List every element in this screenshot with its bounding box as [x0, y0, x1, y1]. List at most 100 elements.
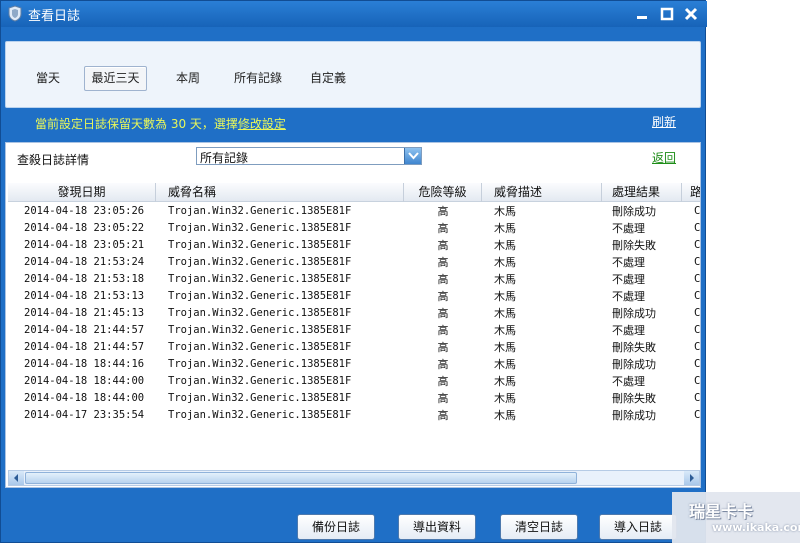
modify-settings-link[interactable]: 修改設定 [238, 117, 286, 131]
cell-result: 不處理 [612, 375, 645, 388]
cell-level: 高 [437, 222, 449, 235]
cell-result: 不處理 [612, 222, 645, 235]
title-bar: 查看日誌 [1, 1, 707, 27]
cell-date: 2014-04-18 21:53:18 [24, 273, 145, 285]
cell-threat-name: Trojan.Win32.Generic.1385E81F [168, 205, 352, 217]
column-header-level[interactable]: 危險等級 [404, 183, 482, 202]
column-header-threat-name[interactable]: 威脅名稱 [156, 183, 404, 202]
maximize-icon[interactable] [658, 5, 676, 23]
filter-select-value: 所有記錄 [200, 151, 249, 165]
log-viewer-window: 查看日誌 當天 最近三天 本周 所有記錄 自定義 當前設定日誌保留天數為 30 … [0, 0, 707, 543]
cell-date: 2014-04-18 23:05:21 [24, 239, 145, 251]
cell-level: 高 [437, 205, 449, 218]
cell-threat-name: Trojan.Win32.Generic.1385E81F [168, 239, 352, 251]
dropdown-arrow-icon[interactable] [404, 148, 421, 164]
cell-description: 木馬 [494, 307, 516, 320]
cell-date: 2014-04-18 23:05:26 [24, 205, 145, 217]
cell-description: 木馬 [494, 358, 516, 371]
tab-this-week[interactable]: 本周 [168, 66, 208, 91]
watermark-logo: 瑞星卡卡 www.ikaka.com [672, 492, 800, 543]
cell-description: 木馬 [494, 256, 516, 269]
cell-result: 不處理 [612, 290, 645, 303]
cell-result: 不處理 [612, 256, 645, 269]
cell-result: 刪除失敗 [612, 239, 656, 252]
cell-description: 木馬 [494, 205, 516, 218]
table-row[interactable]: 2014-04-18 23:05:22 Trojan.Win32.Generic.… [8, 220, 700, 237]
filter-select[interactable]: 所有記錄 [196, 147, 422, 165]
cell-date: 2014-04-18 18:44:00 [24, 375, 145, 387]
cell-description: 木馬 [494, 222, 516, 235]
cell-path: C [694, 222, 700, 234]
cell-description: 木馬 [494, 341, 516, 354]
cell-date: 2014-04-18 21:53:24 [24, 256, 145, 268]
clear-log-button[interactable]: 清空日誌 [500, 514, 578, 540]
cell-path: C [694, 358, 700, 370]
table-row[interactable]: 2014-04-18 21:44:57 Trojan.Win32.Generic.… [8, 339, 700, 356]
cell-path: C [694, 273, 700, 285]
cell-level: 高 [437, 307, 449, 320]
tab-last-three-days[interactable]: 最近三天 [84, 66, 147, 91]
table-row[interactable]: 2014-04-18 21:53:13 Trojan.Win32.Generic.… [8, 288, 700, 305]
cell-date: 2014-04-18 21:45:13 [24, 307, 145, 319]
cell-path: C [694, 307, 700, 319]
horizontal-scrollbar[interactable] [8, 470, 700, 486]
cell-level: 高 [437, 273, 449, 286]
watermark-url: www.ikaka.com [712, 521, 800, 534]
cell-path: C [694, 205, 700, 217]
table-row[interactable]: 2014-04-18 21:45:13 Trojan.Win32.Generic.… [8, 305, 700, 322]
cell-path: C [694, 256, 700, 268]
column-header-date[interactable]: 發現日期 [8, 183, 156, 202]
back-link[interactable]: 返回 [652, 149, 676, 166]
cell-description: 木馬 [494, 392, 516, 405]
cell-result: 刪除成功 [612, 358, 656, 371]
tab-today[interactable]: 當天 [28, 66, 68, 91]
cell-description: 木馬 [494, 324, 516, 337]
cell-threat-name: Trojan.Win32.Generic.1385E81F [168, 375, 352, 387]
column-header-result[interactable]: 處理結果 [602, 183, 682, 202]
cell-level: 高 [437, 392, 449, 405]
column-header-description[interactable]: 威脅描述 [482, 183, 602, 202]
cell-threat-name: Trojan.Win32.Generic.1385E81F [168, 324, 352, 336]
table-row[interactable]: 2014-04-17 23:35:54 Trojan.Win32.Generic.… [8, 407, 700, 424]
cell-date: 2014-04-18 18:44:00 [24, 392, 145, 404]
scrollbar-thumb[interactable] [25, 472, 577, 484]
cell-path: C [694, 341, 700, 353]
table-row[interactable]: 2014-04-18 23:05:26 Trojan.Win32.Generic.… [8, 203, 700, 220]
close-icon[interactable] [682, 5, 700, 23]
tab-custom[interactable]: 自定義 [303, 66, 353, 91]
cell-level: 高 [437, 341, 449, 354]
refresh-link[interactable]: 刷新 [652, 113, 676, 130]
backup-log-button[interactable]: 備份日誌 [297, 514, 375, 540]
table-row[interactable]: 2014-04-18 18:44:16 Trojan.Win32.Generic.… [8, 356, 700, 373]
tab-all-records[interactable]: 所有記錄 [228, 66, 288, 91]
cell-result: 不處理 [612, 324, 645, 337]
scroll-right-icon[interactable] [684, 471, 699, 485]
column-header-path[interactable]: 路 [682, 183, 700, 202]
cell-date: 2014-04-17 23:35:54 [24, 409, 145, 421]
table-row[interactable]: 2014-04-18 23:05:21 Trojan.Win32.Generic.… [8, 237, 700, 254]
cell-result: 刪除失敗 [612, 392, 656, 405]
import-log-button[interactable]: 導入日誌 [599, 514, 677, 540]
export-data-button[interactable]: 導出資料 [398, 514, 476, 540]
cell-threat-name: Trojan.Win32.Generic.1385E81F [168, 341, 352, 353]
cell-threat-name: Trojan.Win32.Generic.1385E81F [168, 222, 352, 234]
cell-result: 不處理 [612, 273, 645, 286]
table-row[interactable]: 2014-04-18 18:44:00 Trojan.Win32.Generic.… [8, 373, 700, 390]
table-row[interactable]: 2014-04-18 21:53:24 Trojan.Win32.Generic.… [8, 254, 700, 271]
cell-path: C [694, 392, 700, 404]
cell-threat-name: Trojan.Win32.Generic.1385E81F [168, 409, 352, 421]
cell-description: 木馬 [494, 409, 516, 422]
cell-threat-name: Trojan.Win32.Generic.1385E81F [168, 358, 352, 370]
cell-path: C [694, 290, 700, 302]
cell-result: 刪除成功 [612, 307, 656, 320]
scroll-left-icon[interactable] [9, 471, 24, 485]
cell-result: 刪除失敗 [612, 341, 656, 354]
table-row[interactable]: 2014-04-18 21:44:57 Trojan.Win32.Generic.… [8, 322, 700, 339]
cell-level: 高 [437, 290, 449, 303]
retention-info: 當前設定日誌保留天數為 30 天，選擇修改設定 [35, 115, 286, 132]
cell-description: 木馬 [494, 273, 516, 286]
table-row[interactable]: 2014-04-18 18:44:00 Trojan.Win32.Generic.… [8, 390, 700, 407]
minimize-icon[interactable] [633, 5, 651, 23]
cell-date: 2014-04-18 21:53:13 [24, 290, 145, 302]
table-row[interactable]: 2014-04-18 21:53:18 Trojan.Win32.Generic.… [8, 271, 700, 288]
